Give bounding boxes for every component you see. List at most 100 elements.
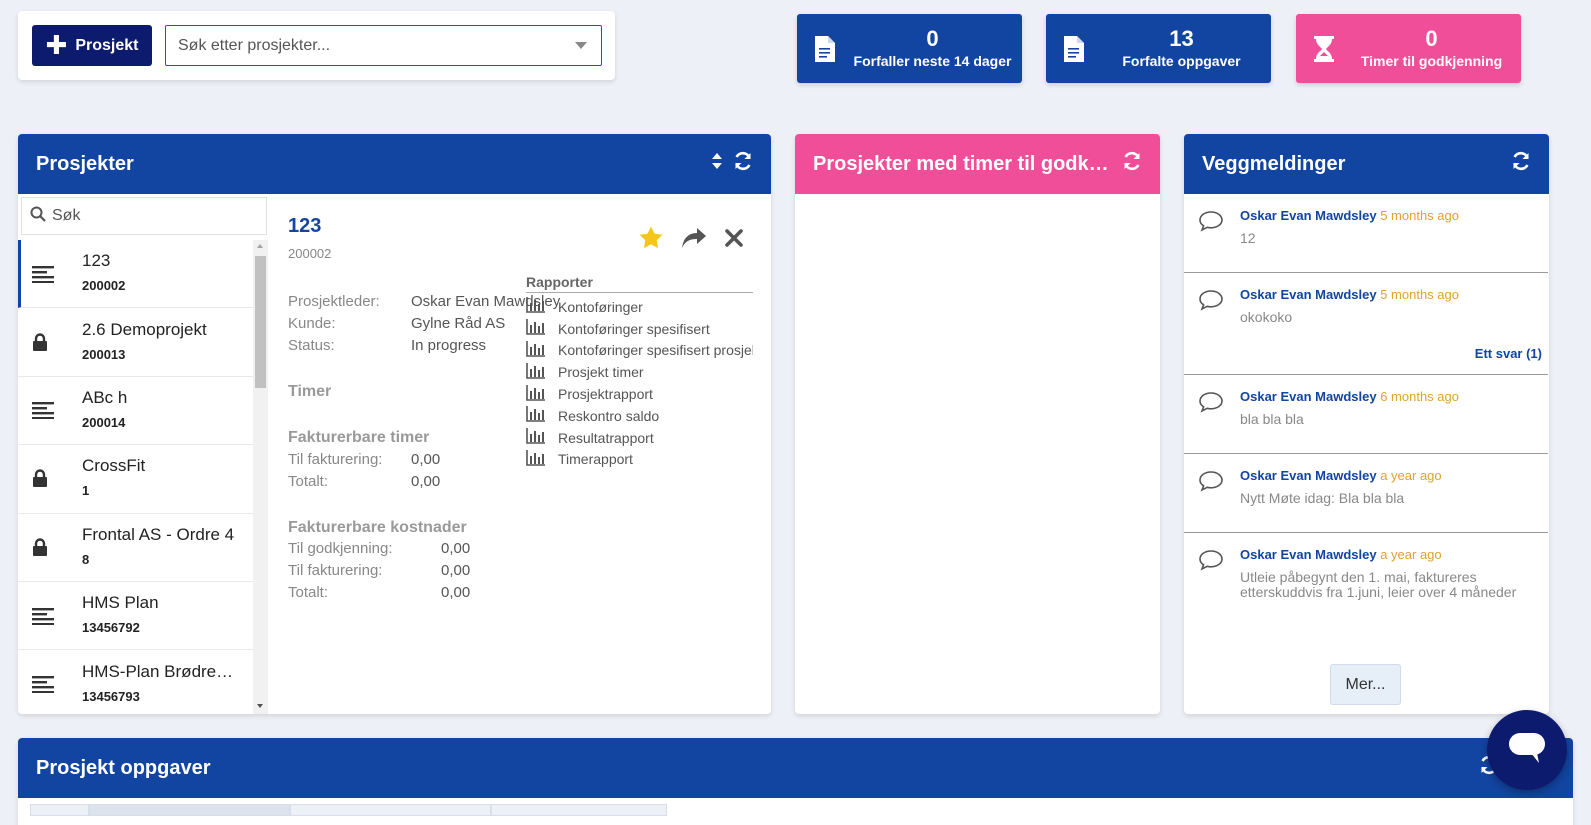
report-label: Kontoføringer spesifisert prosjekt bbox=[558, 342, 753, 359]
project-tasks-panel: Prosjekt oppgaver bbox=[18, 738, 1573, 825]
close-icon[interactable] bbox=[725, 228, 743, 252]
approval-panel: Prosjekter med timer til godkjenning bbox=[795, 134, 1160, 714]
project-list-item[interactable]: HMS-Plan Brødrene AS 13456793 bbox=[18, 650, 268, 714]
project-list-search[interactable]: Søk bbox=[21, 197, 267, 235]
project-list-search-placeholder: Søk bbox=[52, 207, 81, 224]
report-label: Prosjekt timer bbox=[558, 364, 644, 381]
info-key: Totalt: bbox=[288, 584, 329, 601]
project-search-placeholder: Søk etter prosjekter... bbox=[178, 36, 331, 54]
lock-icon bbox=[32, 538, 82, 557]
billable-hours: Til fakturering: 0,00 Totalt: 0,00 bbox=[288, 449, 440, 493]
stat-card-due-14-days[interactable]: 0 Forfaller neste 14 dager bbox=[797, 14, 1022, 83]
project-list-scrollbar[interactable] bbox=[253, 240, 268, 714]
project-search-dropdown[interactable]: Søk etter prosjekter... bbox=[165, 25, 602, 66]
message-author[interactable]: Oskar Evan Mawdsley bbox=[1240, 468, 1377, 483]
message-author[interactable]: Oskar Evan Mawdsley bbox=[1240, 287, 1377, 302]
report-link[interactable]: Timerapport bbox=[526, 449, 753, 471]
message-author[interactable]: Oskar Evan Mawdsley bbox=[1240, 389, 1377, 404]
new-project-button[interactable]: ✚ Prosjekt bbox=[32, 25, 152, 66]
project-list-item[interactable]: 123 200002 bbox=[18, 240, 268, 309]
message-time: a year ago bbox=[1380, 547, 1442, 562]
wall-message[interactable]: Oskar Evan Mawdsley 5 months ago 12 bbox=[1184, 194, 1548, 273]
wall-messages-header: Veggmeldinger bbox=[1184, 134, 1549, 194]
reply-link[interactable]: Ett svar (1) bbox=[1475, 346, 1542, 361]
refresh-icon[interactable] bbox=[1511, 151, 1531, 177]
report-link[interactable]: Reskontro saldo bbox=[526, 405, 753, 427]
report-link[interactable]: Resultatrapport bbox=[526, 427, 753, 449]
message-author[interactable]: Oskar Evan Mawdsley bbox=[1240, 547, 1377, 562]
tasks-tab[interactable] bbox=[30, 804, 89, 816]
wall-message[interactable]: Oskar Evan Mawdsley 6 months ago bla bla… bbox=[1184, 375, 1548, 454]
report-label: Timerapport bbox=[558, 451, 633, 468]
wall-message[interactable]: Oskar Evan Mawdsley a year ago Utleie på… bbox=[1184, 533, 1548, 623]
info-key: Til godkjenning: bbox=[288, 540, 393, 557]
chevron-down-icon[interactable] bbox=[575, 42, 587, 49]
report-link[interactable]: Kontoføringer bbox=[526, 296, 753, 318]
wall-message[interactable]: Oskar Evan Mawdsley a year ago Nytt Møte… bbox=[1184, 454, 1548, 533]
project-list-item[interactable]: ABc h 200014 bbox=[18, 377, 268, 446]
speech-bubble-icon bbox=[1198, 549, 1224, 576]
scroll-up-icon[interactable] bbox=[257, 244, 263, 248]
more-messages-button[interactable]: Mer... bbox=[1330, 664, 1401, 705]
list-icon bbox=[32, 265, 82, 283]
project-list-item[interactable]: CrossFit 1 bbox=[18, 445, 268, 514]
project-name: CrossFit bbox=[82, 456, 146, 476]
speech-bubble-icon bbox=[1198, 289, 1224, 316]
wall-message[interactable]: Oskar Evan Mawdsley 5 months ago okokoko… bbox=[1184, 273, 1548, 375]
stat-label: Forfalte oppgaver bbox=[1122, 52, 1241, 69]
stat-value: 0 bbox=[1425, 25, 1438, 51]
bar-chart-icon bbox=[526, 340, 546, 360]
report-link[interactable]: Kontoføringer spesifisert bbox=[526, 318, 753, 340]
project-list-item[interactable]: 2.6 Demoprojekt 200013 bbox=[18, 308, 268, 377]
project-name: 123 bbox=[82, 251, 111, 271]
message-author[interactable]: Oskar Evan Mawdsley bbox=[1240, 208, 1377, 223]
chat-icon bbox=[1507, 731, 1547, 770]
project-detail: 123 200002 Prosjektleder: Oskar Evan Mawd… bbox=[269, 194, 771, 714]
info-value: In progress bbox=[411, 337, 487, 354]
bar-chart-icon bbox=[526, 297, 546, 316]
stat-label: Timer til godkjenning bbox=[1360, 52, 1503, 69]
project-list: 123 200002 2.6 Demoprojekt 200013 ABc h 200… bbox=[18, 240, 268, 714]
stat-card-hours-for-approval[interactable]: 0 Timer til godkjenning bbox=[1296, 14, 1521, 83]
speech-bubble-icon bbox=[1198, 210, 1224, 237]
project-number: 200014 bbox=[82, 414, 126, 430]
reports-heading: Rapporter bbox=[526, 274, 753, 293]
project-name: HMS-Plan Brødrene AS bbox=[82, 661, 242, 681]
project-number: 200013 bbox=[82, 346, 126, 362]
sort-icon[interactable] bbox=[711, 152, 723, 176]
refresh-icon[interactable] bbox=[1122, 151, 1142, 177]
message-time: 5 months ago bbox=[1380, 208, 1459, 223]
star-icon[interactable] bbox=[639, 226, 663, 254]
tasks-tab[interactable] bbox=[89, 804, 290, 816]
report-link[interactable]: Prosjekt timer bbox=[526, 361, 753, 383]
plus-icon: ✚ bbox=[45, 29, 68, 60]
info-value: 0,00 bbox=[411, 451, 441, 468]
project-number: 200002 bbox=[82, 278, 126, 294]
scroll-down-icon[interactable] bbox=[257, 704, 263, 708]
panel-title: Veggmeldinger bbox=[1202, 152, 1346, 175]
info-value: 0,00 bbox=[411, 473, 441, 490]
document-icon bbox=[1046, 35, 1102, 63]
tasks-tab[interactable] bbox=[491, 804, 667, 816]
chat-launcher-button[interactable] bbox=[1487, 710, 1567, 790]
report-label: Reskontro saldo bbox=[558, 407, 660, 424]
report-link[interactable]: Prosjektrapport bbox=[526, 383, 753, 405]
billable-hours-heading: Fakturerbare timer bbox=[288, 429, 430, 446]
project-list-item[interactable]: HMS Plan 13456792 bbox=[18, 582, 268, 651]
info-key: Status: bbox=[288, 337, 335, 354]
report-link[interactable]: Kontoføringer spesifisert prosjekt bbox=[526, 340, 753, 362]
scroll-thumb[interactable] bbox=[255, 256, 266, 388]
project-name: Frontal AS - Ordre 4 bbox=[82, 524, 235, 544]
info-value: 0,00 bbox=[441, 540, 471, 557]
projects-panel-header: Prosjekter bbox=[18, 134, 771, 194]
stat-card-overdue-tasks[interactable]: 13 Forfalte oppgaver bbox=[1046, 14, 1271, 83]
project-number: 8 bbox=[82, 551, 90, 567]
tasks-tab[interactable] bbox=[290, 804, 491, 816]
billable-costs: Til godkjenning: 0,00 Til fakturering: 0,0… bbox=[288, 538, 470, 604]
share-icon[interactable] bbox=[681, 227, 707, 254]
stat-value: 13 bbox=[1169, 25, 1194, 51]
project-list-item[interactable]: Frontal AS - Ordre 4 8 bbox=[18, 514, 268, 582]
refresh-icon[interactable] bbox=[733, 151, 753, 177]
projects-panel: Prosjekter Søk 123 200002 2.6 Demoprojekt… bbox=[18, 134, 771, 714]
report-label: Kontoføringer bbox=[558, 298, 643, 315]
